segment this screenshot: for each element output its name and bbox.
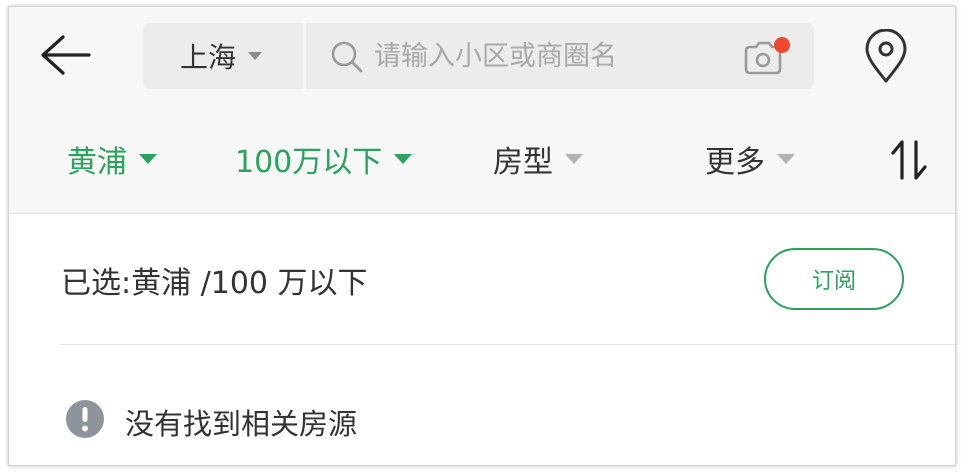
- filter-layout[interactable]: 房型: [493, 136, 583, 182]
- city-label: 上海: [180, 41, 237, 74]
- exclamation-circle-icon: [66, 400, 104, 438]
- filter-price-label: 100万以下: [235, 145, 383, 180]
- filter-more-label: 更多: [705, 145, 765, 180]
- camera-icon[interactable]: [742, 37, 790, 77]
- selected-filters-row: 已选:黄浦 /100 万以下 订阅: [9, 214, 955, 344]
- subscribe-button[interactable]: 订阅: [764, 248, 904, 310]
- sort-button[interactable]: [889, 138, 929, 182]
- notification-dot: [774, 37, 790, 53]
- caret-down-icon: [139, 154, 157, 164]
- caret-down-icon: [394, 154, 413, 164]
- caret-down-icon: [248, 52, 263, 60]
- filter-district-label: 黄浦: [67, 145, 127, 180]
- arrow-left-icon: [41, 35, 91, 75]
- sort-arrows-icon: [891, 140, 927, 180]
- empty-message: 没有找到相关房源: [125, 407, 358, 441]
- search-icon: [331, 41, 363, 73]
- map-pin-icon: [865, 28, 907, 83]
- city-selector[interactable]: 上海: [143, 23, 303, 89]
- caret-down-icon: [565, 154, 583, 164]
- selected-filters-text: 已选:黄浦 /100 万以下: [61, 266, 368, 301]
- filter-more[interactable]: 更多: [705, 136, 795, 182]
- back-button[interactable]: [37, 33, 93, 77]
- filter-price[interactable]: 100万以下: [235, 136, 413, 182]
- search-box: [306, 23, 814, 89]
- search-input[interactable]: [370, 35, 738, 77]
- top-bar: 上海: [9, 7, 955, 106]
- app-window: 上海 黄浦 100万: [8, 6, 956, 466]
- location-button[interactable]: [861, 28, 911, 85]
- caret-down-icon: [777, 154, 795, 164]
- filter-district[interactable]: 黄浦: [67, 136, 157, 182]
- filter-bar: 黄浦 100万以下 房型 更多: [9, 106, 955, 214]
- filter-layout-label: 房型: [493, 145, 553, 180]
- empty-state: 没有找到相关房源: [9, 345, 955, 465]
